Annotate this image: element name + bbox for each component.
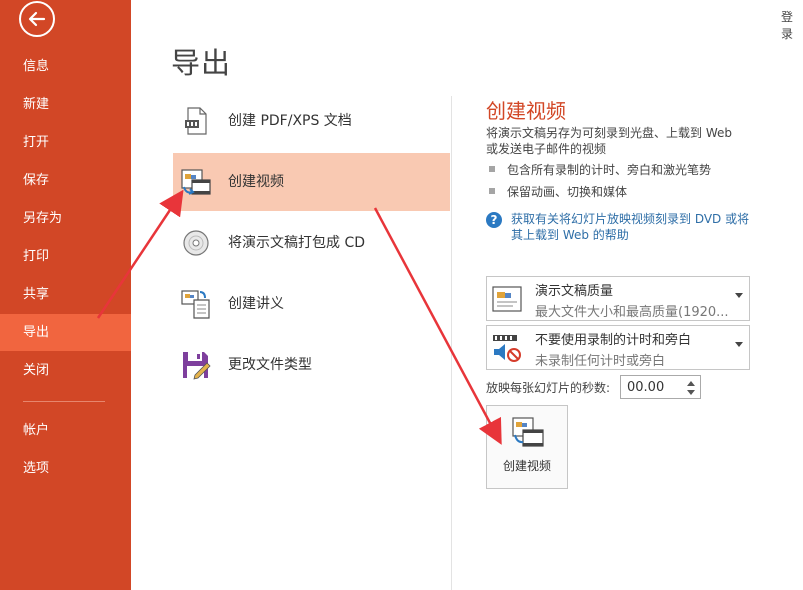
export-option-handouts[interactable]: 创建讲义 bbox=[173, 275, 450, 333]
help-link[interactable]: 获取有关将幻灯片放映视频刻录到 DVD 或将其上载到 Web 的帮助 bbox=[511, 211, 751, 243]
spin-up-icon[interactable] bbox=[687, 381, 695, 386]
create-video-button[interactable]: 创建视频 bbox=[486, 405, 568, 489]
nav-item-open[interactable]: 打开 bbox=[0, 124, 131, 161]
back-arrow-icon bbox=[28, 11, 46, 27]
detail-title: 创建视频 bbox=[486, 99, 566, 123]
bullet-square-icon bbox=[489, 188, 495, 194]
backstage-sidebar: 信息 新建 打开 保存 另存为 打印 共享 导出 关闭 帐户 选项 bbox=[0, 0, 131, 590]
timing-narration-dropdown[interactable]: 不要使用录制的计时和旁白 未录制任何计时或旁白 bbox=[486, 325, 750, 370]
detail-description: 将演示文稿另存为可刻录到光盘、上载到 Web 或发送电子邮件的视频 bbox=[486, 126, 732, 156]
create-video-icon bbox=[512, 417, 544, 447]
cd-disc-icon bbox=[183, 230, 209, 256]
presentation-quality-icon bbox=[492, 286, 522, 312]
nav-item-share[interactable]: 共享 bbox=[0, 276, 131, 313]
bullet-text: 包含所有录制的计时、旁白和激光笔势 bbox=[507, 163, 712, 177]
feature-bullet: 包含所有录制的计时、旁白和激光笔势 bbox=[489, 161, 711, 178]
nav-item-account[interactable]: 帐户 bbox=[0, 412, 131, 449]
dropdown-sub-text: 最大文件大小和最高质量(1920... bbox=[535, 305, 729, 320]
create-video-icon bbox=[181, 169, 211, 195]
export-option-label: 更改文件类型 bbox=[228, 357, 312, 373]
nav-item-save[interactable]: 保存 bbox=[0, 162, 131, 199]
export-option-pdf-xps[interactable]: 创建 PDF/XPS 文档 bbox=[173, 92, 450, 150]
export-option-label: 创建 PDF/XPS 文档 bbox=[228, 113, 352, 129]
export-option-label: 创建讲义 bbox=[228, 296, 284, 312]
nav-item-save-as[interactable]: 另存为 bbox=[0, 200, 131, 237]
pdf-document-icon bbox=[185, 107, 207, 135]
nav-item-options[interactable]: 选项 bbox=[0, 450, 131, 487]
bullet-square-icon bbox=[489, 166, 495, 172]
feature-bullet: 保留动画、切换和媒体 bbox=[489, 183, 627, 200]
dropdown-sub-text: 未录制任何计时或旁白 bbox=[535, 354, 666, 369]
seconds-per-slide-spinner bbox=[620, 375, 701, 399]
create-video-button-label: 创建视频 bbox=[502, 459, 551, 473]
export-option-label: 创建视频 bbox=[228, 174, 284, 190]
seconds-per-slide-input[interactable] bbox=[621, 376, 683, 398]
export-option-package-cd[interactable]: 将演示文稿打包成 CD bbox=[173, 214, 450, 272]
dropdown-main-text: 演示文稿质量 bbox=[535, 284, 614, 299]
nav-item-close[interactable]: 关闭 bbox=[0, 352, 131, 389]
chevron-down-icon bbox=[735, 342, 743, 347]
help-question-icon: ? bbox=[486, 212, 502, 228]
panel-divider bbox=[451, 96, 452, 590]
nav-item-export[interactable]: 导出 bbox=[0, 314, 131, 351]
handout-icon bbox=[181, 290, 210, 319]
bullet-text: 保留动画、切换和媒体 bbox=[507, 185, 628, 199]
back-button[interactable] bbox=[19, 1, 55, 37]
nav-item-new[interactable]: 新建 bbox=[0, 86, 131, 123]
narration-muted-icon bbox=[493, 335, 521, 362]
spin-down-icon[interactable] bbox=[687, 390, 695, 395]
dropdown-main-text: 不要使用录制的计时和旁白 bbox=[535, 333, 692, 348]
nav-divider bbox=[23, 401, 105, 402]
nav-item-info[interactable]: 信息 bbox=[0, 48, 131, 85]
nav-item-print[interactable]: 打印 bbox=[0, 238, 131, 275]
chevron-down-icon bbox=[735, 293, 743, 298]
export-option-create-video[interactable]: 创建视频 bbox=[173, 153, 450, 211]
export-option-change-file-type[interactable]: 更改文件类型 bbox=[173, 336, 450, 394]
video-quality-dropdown[interactable]: 演示文稿质量 最大文件大小和最高质量(1920... bbox=[486, 276, 750, 321]
seconds-per-slide-label: 放映每张幻灯片的秒数: bbox=[486, 381, 611, 395]
signin-link[interactable]: 登录 bbox=[781, 8, 803, 42]
page-title: 导出 bbox=[171, 46, 232, 80]
save-floppy-icon bbox=[183, 352, 211, 380]
export-option-label: 将演示文稿打包成 CD bbox=[228, 235, 366, 251]
